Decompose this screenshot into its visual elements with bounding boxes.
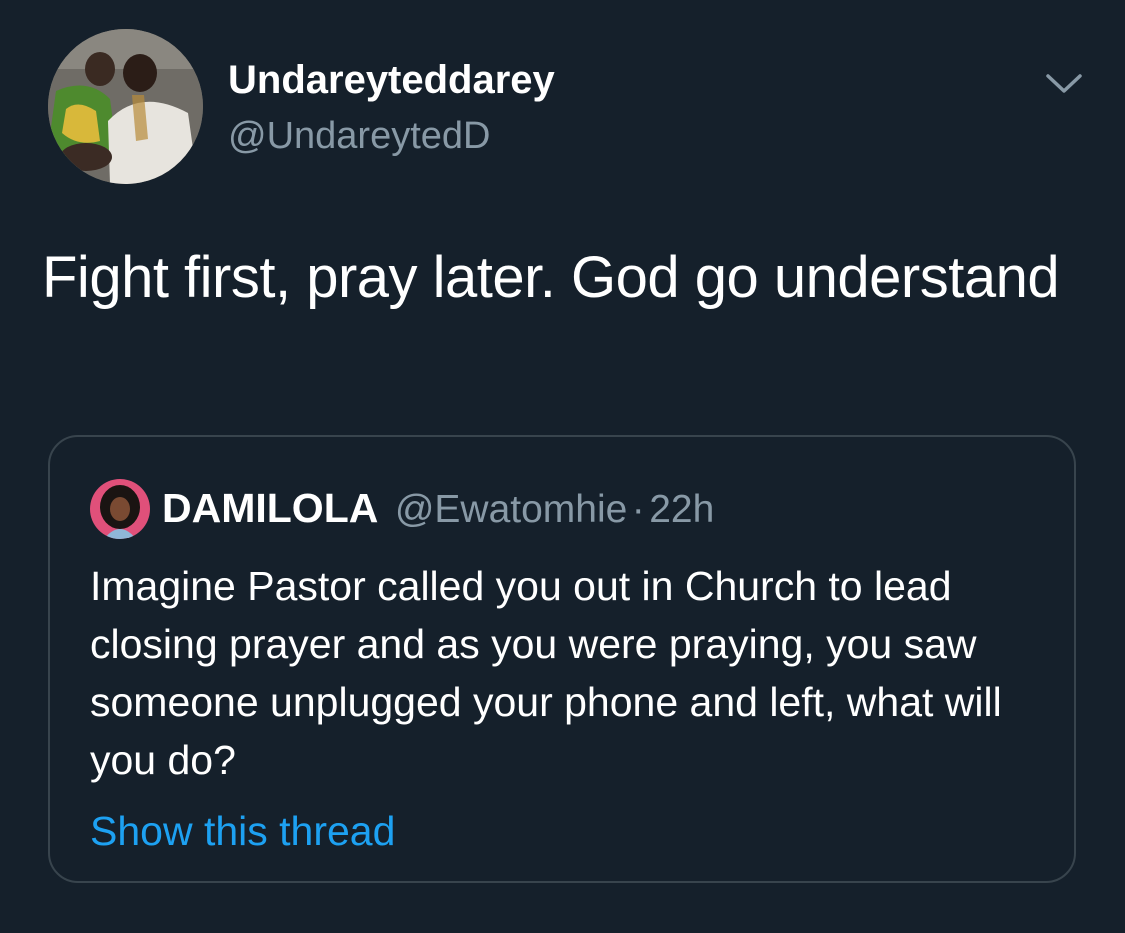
separator-dot: · bbox=[631, 488, 645, 531]
more-options-button[interactable] bbox=[1040, 60, 1088, 108]
show-thread-link[interactable]: Show this thread bbox=[90, 805, 395, 857]
profile-photo-avatar-icon bbox=[48, 29, 203, 184]
profile-photo-avatar-icon bbox=[90, 479, 150, 539]
quoted-author-handle[interactable]: @Ewatomhie bbox=[395, 488, 628, 531]
quoted-tweet-header: DAMILOLA @Ewatomhie · 22h bbox=[162, 483, 714, 543]
quoted-author-avatar[interactable] bbox=[90, 479, 150, 539]
quoted-tweet-text: Imagine Pastor called you out in Church … bbox=[90, 563, 1002, 783]
quoted-tweet-timestamp[interactable]: 22h bbox=[649, 488, 714, 531]
author-handle[interactable]: @UndareytedD bbox=[228, 113, 490, 159]
tweet: Undareyteddarey @UndareytedD Fight first… bbox=[0, 0, 1125, 933]
quoted-author-display-name[interactable]: DAMILOLA bbox=[162, 485, 378, 531]
chevron-down-icon bbox=[1046, 74, 1082, 93]
tweet-text: Fight first, pray later. God go understa… bbox=[42, 245, 1060, 310]
quoted-tweet-card[interactable]: DAMILOLA @Ewatomhie · 22h Imagine Pastor… bbox=[48, 435, 1076, 883]
author-display-name[interactable]: Undareyteddarey bbox=[228, 56, 555, 104]
author-avatar[interactable] bbox=[48, 29, 203, 184]
